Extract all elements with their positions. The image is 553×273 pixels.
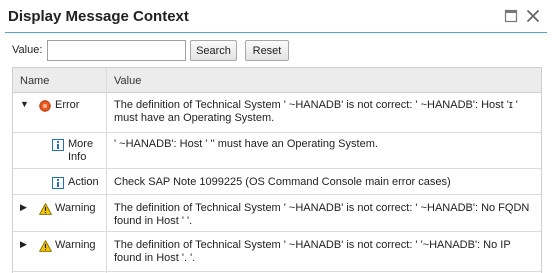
- row-value: The definition of Technical System ' ~HA…: [114, 99, 518, 124]
- row-value: Check SAP Note 1099225 (OS Command Conso…: [114, 176, 451, 188]
- dialog-title: Display Message Context: [8, 8, 189, 25]
- title-divider: [5, 32, 547, 33]
- search-button[interactable]: Search: [190, 40, 237, 61]
- table-row[interactable]: Action Check SAP Note 1099225 (OS Comman…: [13, 169, 541, 195]
- collapse-triangle-icon[interactable]: ▼: [20, 99, 29, 109]
- row-name: Warning: [55, 202, 96, 214]
- row-name: More Info: [68, 138, 94, 163]
- reset-button[interactable]: Reset: [245, 40, 289, 61]
- table-header: Name Value: [13, 68, 541, 93]
- error-icon: [39, 99, 51, 112]
- row-value: The definition of Technical System ' ~HA…: [114, 202, 530, 227]
- info-icon: [52, 176, 64, 189]
- dialog-titlebar: Display Message Context: [0, 0, 553, 33]
- value-filter-input[interactable]: [47, 40, 186, 61]
- maximize-icon[interactable]: [504, 9, 518, 23]
- table-row[interactable]: ▼ Error The definition of Technical Syst…: [13, 94, 541, 133]
- row-name: Error: [55, 99, 80, 111]
- row-name: Warning: [55, 239, 96, 251]
- column-header-name[interactable]: Name: [20, 75, 49, 87]
- row-value: The definition of Technical System ' ~HA…: [114, 239, 511, 264]
- warning-icon: [39, 202, 52, 215]
- column-header-value[interactable]: Value: [114, 75, 141, 87]
- close-icon[interactable]: [526, 9, 540, 23]
- message-context-table: Name Value ▼ Error The definition of Tec…: [12, 67, 542, 273]
- expand-triangle-icon[interactable]: ▶: [20, 202, 27, 213]
- filter-bar: Value: Search Reset: [0, 40, 553, 62]
- info-icon: [52, 138, 64, 151]
- table-row[interactable]: ▶ Warning The definition of Technical Sy…: [13, 195, 541, 232]
- expand-triangle-icon[interactable]: ▶: [20, 239, 27, 250]
- warning-icon: [39, 239, 52, 252]
- value-filter-label: Value:: [12, 44, 43, 56]
- message-context-dialog: Display Message Context Value: Search Re…: [0, 0, 553, 273]
- table-row[interactable]: More Info ' ~HANADB': Host ' '' must hav…: [13, 133, 541, 169]
- table-row[interactable]: ▶ Warning The definition of Technical Sy…: [13, 232, 541, 272]
- row-name: Action: [68, 176, 99, 188]
- row-value: ' ~HANADB': Host ' '' must have an Opera…: [114, 138, 378, 150]
